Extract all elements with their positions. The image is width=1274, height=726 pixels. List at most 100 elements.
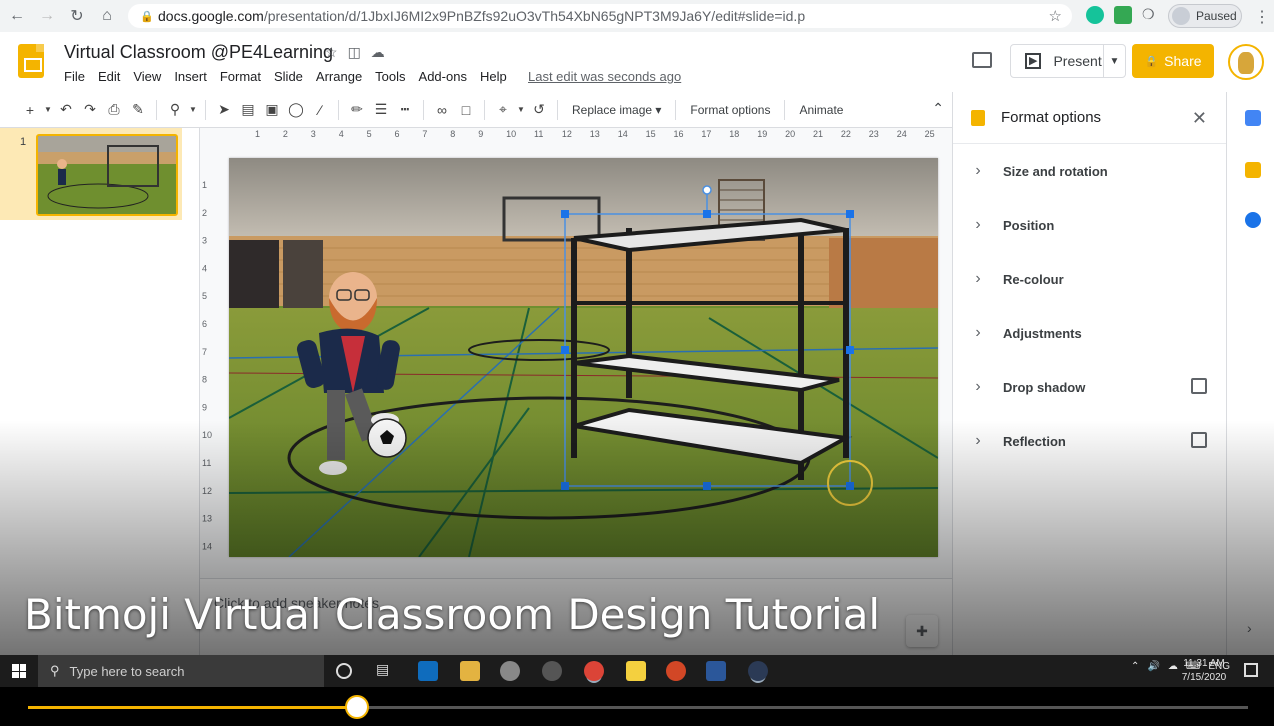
grammarly-extension-icon[interactable] — [1086, 6, 1104, 24]
collapse-toolbar-icon[interactable]: ⌃ — [932, 100, 944, 117]
section-adjustments[interactable]: › Adjustments — [953, 306, 1227, 360]
menu-insert[interactable]: Insert — [174, 69, 207, 84]
filmstrip-slide[interactable]: 1 — [0, 128, 182, 220]
border-color-icon[interactable]: ✏ — [345, 98, 369, 122]
menu-view[interactable]: View — [133, 69, 161, 84]
star-icon[interactable]: ☆ — [325, 44, 348, 60]
section-size-and-rotation[interactable]: › Size and rotation — [953, 144, 1227, 198]
recorder-icon[interactable] — [748, 661, 768, 681]
star-icon[interactable]: ☆ — [1049, 7, 1062, 25]
ruler-tick-label: 14 — [202, 541, 212, 551]
reload-icon[interactable]: ↻ — [64, 3, 90, 29]
comment-icon[interactable] — [972, 52, 992, 68]
reset-image-icon[interactable]: ↺ — [527, 98, 551, 122]
sheets-extension-icon[interactable] — [1114, 6, 1132, 24]
mail-app-icon[interactable] — [418, 661, 438, 681]
ruler-tick-label: 23 — [869, 129, 879, 139]
back-icon[interactable]: ← — [4, 3, 30, 29]
cortana-icon[interactable] — [336, 663, 352, 679]
new-slide-dropdown-icon[interactable]: ▼ — [42, 98, 54, 122]
account-avatar[interactable] — [1228, 44, 1264, 80]
extension-icon[interactable]: ❍ — [1142, 6, 1160, 24]
menu-help[interactable]: Help — [480, 69, 507, 84]
section-re-colour[interactable]: › Re-colour — [953, 252, 1227, 306]
menu-slide[interactable]: Slide — [274, 69, 303, 84]
slides-logo-icon[interactable] — [18, 44, 44, 78]
present-button[interactable]: ▶ Present ▼ — [1010, 44, 1126, 78]
redo-icon[interactable]: ↷ — [78, 98, 102, 122]
taskbar-search[interactable]: ⚲ Type here to search — [38, 655, 324, 687]
border-weight-icon[interactable]: ☰ — [369, 98, 393, 122]
mask-dropdown-icon[interactable]: ▼ — [515, 98, 527, 122]
menu-icon[interactable]: ⋮ — [1254, 7, 1270, 27]
menu-file[interactable]: File — [64, 69, 85, 84]
section-reflection[interactable]: › Reflection — [953, 414, 1227, 468]
menu-arrange[interactable]: Arrange — [316, 69, 362, 84]
animate-button[interactable]: Animate — [791, 103, 851, 117]
crop-icon[interactable]: ⌖ — [491, 98, 515, 122]
calendar-icon[interactable] — [1245, 110, 1261, 126]
expand-panel-icon[interactable]: › — [1247, 620, 1252, 636]
chevron-up-icon[interactable]: ⌃ — [1131, 661, 1139, 672]
menu-edit[interactable]: Edit — [98, 69, 120, 84]
menu-format[interactable]: Format — [220, 69, 261, 84]
task-view-icon[interactable]: ▤ — [376, 661, 396, 681]
border-dash-icon[interactable]: ┅ — [393, 98, 417, 122]
section-drop-shadow[interactable]: › Drop shadow — [953, 360, 1227, 414]
file-explorer-icon[interactable] — [460, 661, 480, 681]
sticky-notes-icon[interactable] — [626, 661, 646, 681]
print-icon[interactable]: ⎙ — [102, 98, 126, 122]
line-icon[interactable]: ∕ — [308, 98, 332, 122]
shape-icon[interactable]: ◯ — [284, 98, 308, 122]
word-icon[interactable] — [706, 661, 726, 681]
chrome-icon[interactable] — [584, 661, 604, 681]
link-icon[interactable]: ∞ — [430, 98, 454, 122]
zoom-icon[interactable]: ⚲ — [163, 98, 187, 122]
menu-tools[interactable]: Tools — [375, 69, 405, 84]
obs-icon[interactable] — [542, 661, 562, 681]
share-button[interactable]: 🔒 Share — [1132, 44, 1214, 78]
chevron-right-icon: › — [975, 270, 981, 287]
text-box-icon[interactable]: ▤ — [236, 98, 260, 122]
keep-icon[interactable] — [1245, 162, 1261, 178]
home-icon[interactable]: ⌂ — [94, 3, 120, 29]
slide-canvas[interactable] — [229, 158, 938, 557]
toolbar-divider — [205, 99, 206, 120]
app-icon[interactable] — [666, 661, 686, 681]
section-position[interactable]: › Position — [953, 198, 1227, 252]
drop-shadow-checkbox[interactable] — [1191, 378, 1207, 394]
notification-icon[interactable] — [1244, 663, 1258, 677]
last-edit-link[interactable]: Last edit was seconds ago — [528, 69, 681, 84]
lock-icon: 🔒 — [1144, 55, 1159, 68]
close-icon[interactable]: ✕ — [1192, 108, 1207, 129]
document-title[interactable]: Virtual Classroom @PE4Learning — [64, 42, 333, 63]
address-bar[interactable]: 🔒 docs.google.com/presentation/d/1JbxIJ6… — [128, 4, 1072, 28]
present-dropdown-icon[interactable]: ▼ — [1103, 45, 1125, 77]
video-scrubber-handle[interactable] — [345, 695, 370, 719]
slide-editor: 1 2 3 4 5 6 7 8 9 10 11 12 13 14 15 16 17 18 19 20 21 22 23 24 2… — [200, 128, 952, 655]
slide-thumbnail[interactable] — [36, 134, 178, 216]
network-icon[interactable]: ☁ — [1168, 661, 1178, 672]
image-icon[interactable]: ▣ — [260, 98, 284, 122]
windows-start-icon[interactable] — [12, 664, 26, 678]
zoom-dropdown-icon[interactable]: ▼ — [187, 98, 199, 122]
replace-image-button[interactable]: Replace image ▾ — [564, 103, 669, 117]
comment-add-icon[interactable]: □ — [454, 98, 478, 122]
ruler-tick-label: 11 — [534, 129, 543, 139]
profile-chip[interactable]: Paused — [1168, 4, 1242, 28]
forward-icon[interactable]: → — [34, 3, 60, 29]
new-slide-icon[interactable]: + — [18, 98, 42, 122]
reflection-checkbox[interactable] — [1191, 432, 1207, 448]
move-folder-icon[interactable]: ◫ — [348, 44, 371, 60]
app-icon[interactable] — [500, 661, 520, 681]
system-clock[interactable]: 11:31 AM 7/15/2020 — [1178, 657, 1230, 685]
paint-format-icon[interactable]: ✎ — [126, 98, 150, 122]
explore-icon[interactable]: ✚ — [906, 615, 938, 647]
select-cursor-icon[interactable]: ➤ — [212, 98, 236, 122]
format-options-button[interactable]: Format options — [682, 103, 778, 117]
video-progress-track[interactable] — [28, 695, 1248, 719]
tasks-icon[interactable] — [1245, 212, 1261, 228]
undo-icon[interactable]: ↶ — [54, 98, 78, 122]
menu-add-ons[interactable]: Add-ons — [419, 69, 467, 84]
volume-icon[interactable]: 🔊 — [1147, 661, 1159, 672]
